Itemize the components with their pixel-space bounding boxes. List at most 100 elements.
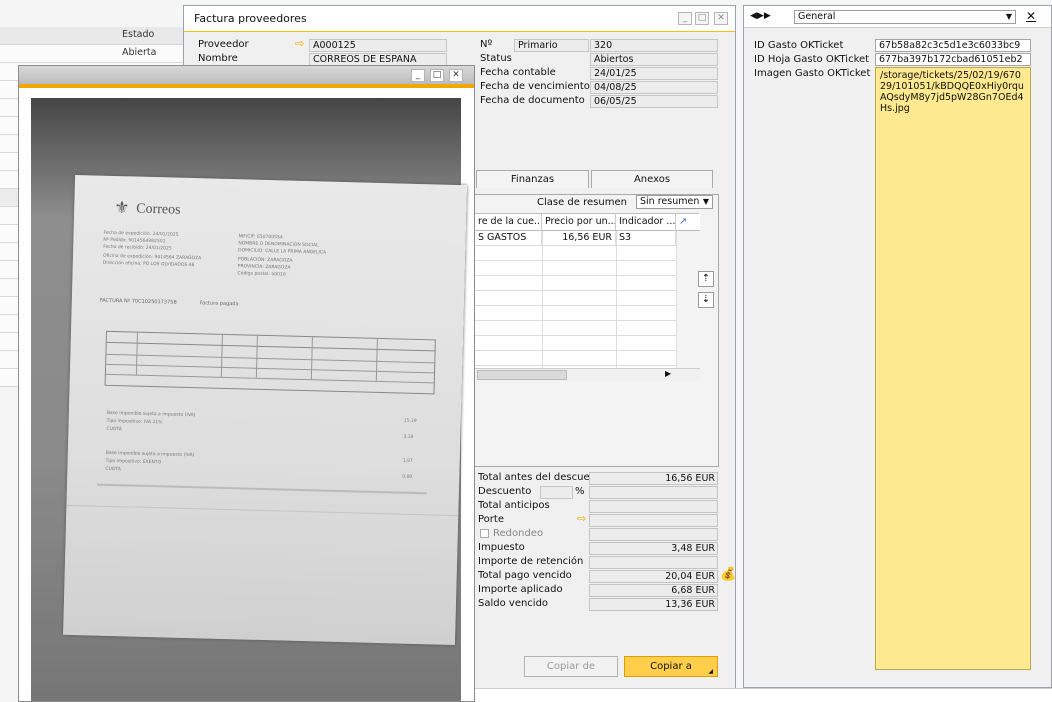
chevron-down-icon: ▼	[1005, 12, 1012, 21]
receipt-status-line: Factura pagada	[199, 300, 239, 308]
summary-class-label: Clase de resumen	[537, 197, 627, 208]
maximize-icon[interactable]: □	[695, 12, 709, 25]
dropdown-arrow-icon: ◢	[708, 668, 713, 675]
invoice-titlebar[interactable]: Factura proveedores _ □ ✕	[184, 6, 735, 32]
total-anticipos-value	[589, 500, 718, 513]
copy-to-label: Copiar a	[650, 661, 692, 672]
impuesto-label: Impuesto	[478, 542, 525, 553]
list-row[interactable]: Abierta	[0, 45, 185, 63]
lines-grid: re de la cue... Precio por un... Indicad…	[474, 213, 700, 381]
udf-panel: ◀▶▶ General ▼ ✕ ID Gasto OKTicket 67b58a…	[743, 5, 1052, 688]
status-label: Status	[480, 53, 512, 64]
scroll-right-icon[interactable]: ▶	[665, 369, 671, 378]
importe-aplicado-value: 6,68 EUR	[589, 584, 718, 597]
retencion-label: Importe de retención	[478, 556, 584, 567]
receipt-paper: ⚜ Correos Fecha de expedición: 24/01/202…	[63, 174, 467, 646]
saldo-vencido-label: Saldo vencido	[478, 598, 549, 609]
expand-icon[interactable]: ↗	[676, 214, 700, 231]
receipt-invoice-line: FACTURA Nº 70C1025017375B	[99, 297, 177, 306]
tab-anexos[interactable]: Anexos	[591, 170, 713, 188]
saldo-vencido-value: 13,36 EUR	[589, 598, 718, 611]
redondeo-value	[589, 528, 718, 541]
percent-sign: %	[575, 486, 585, 497]
minimize-icon[interactable]: _	[678, 12, 692, 25]
horizontal-scrollbar[interactable]: ▶	[475, 368, 700, 381]
proveedor-label: Proveedor	[198, 39, 249, 50]
grid-header-account[interactable]: re de la cue...	[475, 214, 542, 231]
copy-to-button[interactable]: Copiar a ◢	[624, 656, 718, 677]
correos-logo-icon: ⚜	[113, 197, 130, 219]
viewer-maximize-icon[interactable]: □	[430, 69, 444, 82]
udf-gasto-id-label: ID Gasto OKTicket	[754, 40, 844, 51]
udf-toolbar: ◀▶▶ General ▼ ✕	[744, 6, 1051, 28]
viewer-minimize-icon[interactable]: _	[411, 69, 425, 82]
correos-brand: Correos	[136, 201, 181, 218]
discount-label: Descuento	[478, 486, 532, 497]
fecha-contable-field[interactable]: 24/01/25	[590, 67, 718, 80]
grid-cell-indicator: S3	[616, 231, 676, 246]
fecha-documento-field[interactable]: 06/05/25	[590, 95, 718, 108]
udf-close-icon[interactable]: ✕	[1026, 9, 1036, 23]
image-viewer-window: _ □ ✕ ⚜ Correos Fecha de expedición: 24/…	[18, 65, 475, 702]
summary-class-value: Sin resumen	[640, 196, 700, 207]
viewer-close-icon[interactable]: ✕	[449, 69, 463, 82]
impuesto-value: 3,48 EUR	[589, 542, 718, 555]
udf-hoja-id-label: ID Hoja Gasto OKTicket	[754, 54, 870, 65]
discount-value[interactable]	[589, 486, 718, 499]
fecha-vencimiento-field[interactable]: 04/08/25	[590, 81, 718, 94]
move-down-icon[interactable]: ⇣	[698, 292, 714, 308]
redondeo-checkbox[interactable]	[480, 529, 489, 538]
udf-imagen-field[interactable]: /storage/tickets/25/02/19/67029/101051/k…	[875, 67, 1031, 670]
udf-nav-first-icon[interactable]: ◀▶▶	[750, 11, 771, 21]
retencion-value	[589, 556, 718, 569]
udf-hoja-id-field[interactable]: 677ba397b172cbad61051eb2	[875, 53, 1031, 66]
link-arrow-icon[interactable]: ⇨	[295, 37, 304, 50]
udf-imagen-label: Imagen Gasto OKTicket	[754, 68, 871, 79]
fecha-documento-label: Fecha de documento	[480, 95, 585, 106]
receipt-photo: ⚜ Correos Fecha de expedición: 24/01/202…	[31, 98, 467, 701]
move-up-icon[interactable]: ⇡	[698, 271, 714, 287]
grid-header-price[interactable]: Precio por un...	[542, 214, 616, 231]
fecha-contable-label: Fecha contable	[480, 67, 556, 78]
numero-label: Nº	[480, 39, 493, 50]
udf-category-value: General	[798, 11, 836, 22]
grid-cell-account: S GASTOS	[475, 231, 542, 246]
grid-cell-price: 16,56 EUR	[542, 231, 616, 246]
bottom-grid-strip	[475, 688, 1052, 702]
status-field[interactable]: Abiertos	[590, 53, 718, 66]
total-pago-vencido-value: 20,04 EUR	[589, 570, 718, 583]
fecha-vencimiento-label: Fecha de vencimiento	[480, 81, 590, 92]
numero-field[interactable]: 320	[590, 39, 718, 52]
summary-class-select[interactable]: Sin resumen ▼	[636, 195, 713, 209]
table-row[interactable]: S GASTOS 16,56 EUR S3	[475, 231, 700, 246]
estado-header: Estado	[122, 29, 155, 40]
chevron-down-icon: ▼	[702, 197, 709, 206]
total-pago-vencido-label: Total pago vencido	[478, 570, 572, 581]
vertical-scrollbar[interactable]	[676, 231, 700, 368]
scroll-thumb[interactable]	[477, 370, 567, 380]
receipt-table	[104, 330, 436, 395]
copy-from-button[interactable]: Copiar de	[524, 656, 618, 677]
payment-icon[interactable]: 💰	[720, 567, 736, 582]
udf-category-select[interactable]: General ▼	[794, 10, 1016, 24]
total-before-discount-value: 16,56 EUR	[589, 472, 718, 485]
porte-arrow-icon[interactable]: ⇨	[577, 512, 586, 525]
importe-aplicado-label: Importe aplicado	[478, 584, 563, 595]
proveedor-field[interactable]: A000125	[309, 39, 447, 52]
redondeo-label: Redondeo	[493, 528, 544, 539]
tab-finanzas[interactable]: Finanzas	[476, 170, 589, 188]
total-anticipos-label: Total anticipos	[478, 500, 550, 511]
grid-header-indicator[interactable]: Indicador ...	[616, 214, 676, 231]
porte-value[interactable]	[589, 514, 718, 527]
total-before-discount-label: Total antes del descuento	[478, 472, 606, 483]
list-header-row: Estado	[0, 27, 185, 45]
nombre-label: Nombre	[198, 53, 238, 64]
close-icon[interactable]: ✕	[714, 12, 728, 25]
udf-gasto-id-field[interactable]: 67b58a82c3c5d1e3c6033bc9	[875, 39, 1031, 52]
porte-label: Porte	[478, 514, 504, 525]
discount-percent-field[interactable]	[540, 486, 573, 499]
estado-value: Abierta	[122, 47, 157, 58]
series-select[interactable]: Primario	[514, 39, 589, 52]
viewer-titlebar[interactable]: _ □ ✕	[19, 66, 474, 88]
invoice-window-title: Factura proveedores	[194, 12, 307, 25]
